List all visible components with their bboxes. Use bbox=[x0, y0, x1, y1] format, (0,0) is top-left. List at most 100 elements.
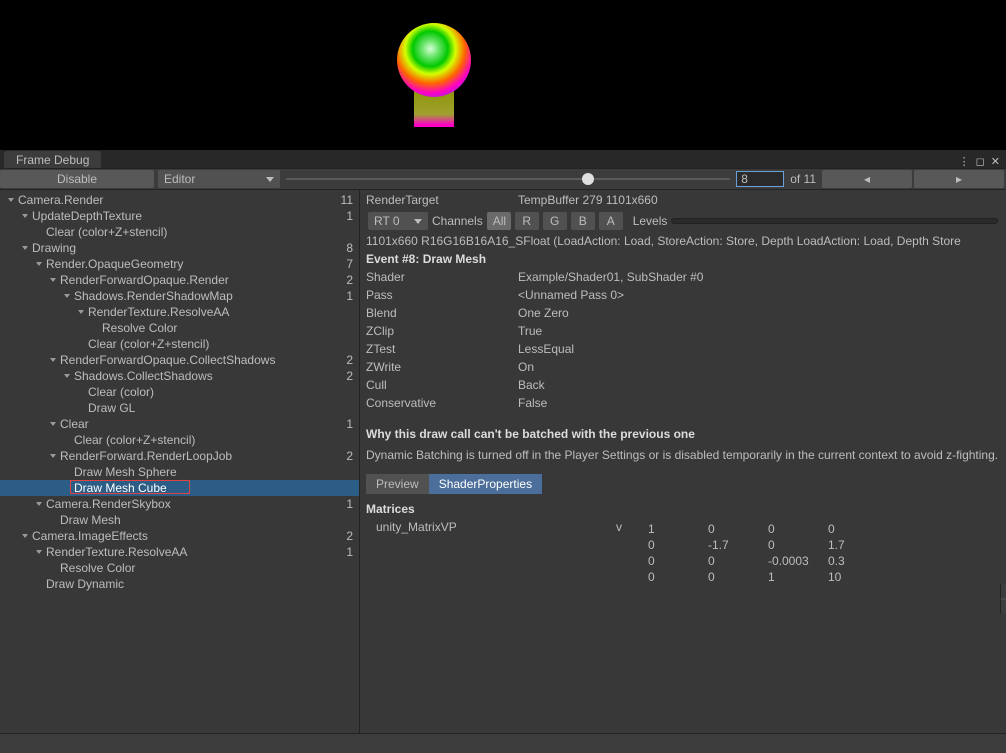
property-value: One Zero bbox=[518, 306, 569, 320]
drawcall-tree[interactable]: Camera.Render11UpdateDepthTexture1Clear … bbox=[0, 190, 360, 733]
tree-item-label: UpdateDepthTexture bbox=[32, 209, 142, 223]
channel-all-button[interactable]: All bbox=[487, 212, 511, 230]
matrix-cell: 0 bbox=[648, 554, 706, 568]
channel-b-button[interactable]: B bbox=[571, 212, 595, 230]
tree-row[interactable]: Camera.ImageEffects2 bbox=[0, 528, 359, 544]
expand-icon[interactable] bbox=[22, 214, 28, 218]
expand-icon[interactable] bbox=[50, 422, 56, 426]
disable-button[interactable]: Disable bbox=[0, 170, 154, 188]
tree-row[interactable]: RenderTexture.ResolveAA bbox=[0, 304, 359, 320]
property-key: ZClip bbox=[366, 324, 518, 338]
tree-item-count: 1 bbox=[346, 209, 353, 223]
frame-slider-handle[interactable] bbox=[582, 173, 594, 185]
shaderproperties-tab-button[interactable]: ShaderProperties bbox=[429, 474, 542, 494]
tree-item-label: Shadows.RenderShadowMap bbox=[74, 289, 233, 303]
matrix-cell: 0 bbox=[648, 570, 706, 584]
details-pane: RenderTarget TempBuffer 279 1101x660 RT … bbox=[360, 190, 1006, 733]
matrix-cell: 1 bbox=[768, 570, 826, 584]
panel-body: Camera.Render11UpdateDepthTexture1Clear … bbox=[0, 190, 1006, 733]
expand-icon[interactable] bbox=[36, 502, 42, 506]
tree-item-label: Resolve Color bbox=[60, 561, 135, 575]
frame-debug-tab[interactable]: Frame Debug bbox=[4, 151, 101, 168]
matrix-cell: 10 bbox=[828, 570, 886, 584]
property-value: On bbox=[518, 360, 534, 374]
expand-icon[interactable] bbox=[64, 374, 70, 378]
tree-row[interactable]: Clear (color+Z+stencil) bbox=[0, 224, 359, 240]
prev-frame-button[interactable]: ◂ bbox=[822, 170, 912, 188]
expand-icon[interactable] bbox=[36, 262, 42, 266]
rendered-sphere bbox=[397, 23, 471, 97]
tree-row[interactable]: Draw Mesh Cube bbox=[0, 480, 359, 496]
tree-row[interactable]: Resolve Color bbox=[0, 320, 359, 336]
tree-item-label: Camera.ImageEffects bbox=[32, 529, 148, 543]
expand-icon[interactable] bbox=[50, 454, 56, 458]
frame-number-input[interactable] bbox=[736, 171, 784, 187]
tree-item-label: Clear (color+Z+stencil) bbox=[74, 433, 195, 447]
matrix-cell: 0 bbox=[768, 522, 826, 536]
close-icon[interactable]: ✕ bbox=[991, 155, 1000, 168]
tree-item-count: 2 bbox=[346, 353, 353, 367]
tree-row[interactable]: Clear (color) bbox=[0, 384, 359, 400]
tree-row[interactable]: Shadows.RenderShadowMap 1 bbox=[0, 288, 359, 304]
target-dropdown[interactable]: Editor bbox=[158, 170, 280, 188]
expand-icon[interactable] bbox=[50, 278, 56, 282]
tree-row[interactable]: Draw Dynamic bbox=[0, 576, 359, 592]
matrix-cell: 0 bbox=[768, 538, 826, 552]
matrix-cell: 1.7 bbox=[828, 538, 886, 552]
tree-row[interactable]: RenderForwardOpaque.CollectShadows2 bbox=[0, 352, 359, 368]
matrix-name: unity_MatrixVP bbox=[366, 520, 616, 586]
channel-r-button[interactable]: R bbox=[515, 212, 539, 230]
property-key: Conservative bbox=[366, 396, 518, 410]
tree-item-count: 2 bbox=[346, 369, 353, 383]
tree-item-label: Draw Mesh bbox=[60, 513, 121, 527]
toolbar: Disable Editor of 11 ◂ ▸ bbox=[0, 168, 1006, 190]
rt-dropdown[interactable]: RT 0 bbox=[368, 212, 428, 230]
tree-item-label: Clear (color+Z+stencil) bbox=[88, 337, 209, 351]
tree-row[interactable]: Clear1 bbox=[0, 416, 359, 432]
tree-item-count: 11 bbox=[341, 193, 353, 207]
channel-a-button[interactable]: A bbox=[599, 212, 623, 230]
tree-item-label: Camera.Render bbox=[18, 193, 103, 207]
expand-icon[interactable] bbox=[78, 310, 84, 314]
tree-row[interactable]: RenderForwardOpaque.Render2 bbox=[0, 272, 359, 288]
tree-row[interactable]: UpdateDepthTexture 1 bbox=[0, 208, 359, 224]
expand-icon[interactable] bbox=[22, 534, 28, 538]
property-key: ZWrite bbox=[366, 360, 518, 374]
tree-row[interactable]: RenderForward.RenderLoopJob2 bbox=[0, 448, 359, 464]
expand-icon[interactable] bbox=[8, 198, 14, 202]
channel-g-button[interactable]: G bbox=[543, 212, 567, 230]
property-value: LessEqual bbox=[518, 342, 574, 356]
matrix-cell: 0 bbox=[708, 570, 766, 584]
expand-icon[interactable] bbox=[22, 246, 28, 250]
expand-icon[interactable] bbox=[36, 550, 42, 554]
tree-item-count: 1 bbox=[346, 289, 353, 303]
tree-row[interactable]: Draw GL bbox=[0, 400, 359, 416]
frame-slider[interactable] bbox=[280, 170, 736, 188]
tree-item-count: 8 bbox=[346, 241, 353, 255]
next-frame-button[interactable]: ▸ bbox=[914, 170, 1004, 188]
tree-row[interactable]: Clear (color+Z+stencil) bbox=[0, 336, 359, 352]
tree-row[interactable]: Camera.Render 11 bbox=[0, 192, 359, 208]
expand-icon[interactable] bbox=[64, 294, 70, 298]
kebab-icon[interactable]: ⋮ bbox=[959, 155, 970, 168]
levels-slider[interactable] bbox=[671, 218, 998, 224]
side-tab-strip[interactable]: ⋮ bbox=[1000, 584, 1006, 614]
tree-row[interactable]: Camera.RenderSkybox1 bbox=[0, 496, 359, 512]
tree-row[interactable]: Draw Mesh bbox=[0, 512, 359, 528]
tree-row[interactable]: Clear (color+Z+stencil) bbox=[0, 432, 359, 448]
preview-tab-button[interactable]: Preview bbox=[366, 474, 429, 494]
tree-row[interactable]: Render.OpaqueGeometry7 bbox=[0, 256, 359, 272]
tree-row[interactable]: Drawing8 bbox=[0, 240, 359, 256]
channels-label: Channels bbox=[432, 214, 483, 228]
shader-property-row: ConservativeFalse bbox=[360, 394, 1006, 412]
shader-property-row: Pass<Unnamed Pass 0> bbox=[360, 286, 1006, 304]
property-value: Example/Shader01, SubShader #0 bbox=[518, 270, 703, 284]
tree-row[interactable]: Draw Mesh Sphere bbox=[0, 464, 359, 480]
tree-row[interactable]: Resolve Color bbox=[0, 560, 359, 576]
undock-icon[interactable]: ◻ bbox=[976, 155, 985, 168]
tree-row[interactable]: RenderTexture.ResolveAA1 bbox=[0, 544, 359, 560]
expand-icon[interactable] bbox=[50, 358, 56, 362]
property-key: Cull bbox=[366, 378, 518, 392]
tree-row[interactable]: Shadows.CollectShadows2 bbox=[0, 368, 359, 384]
shader-property-row: ShaderExample/Shader01, SubShader #0 bbox=[360, 268, 1006, 286]
